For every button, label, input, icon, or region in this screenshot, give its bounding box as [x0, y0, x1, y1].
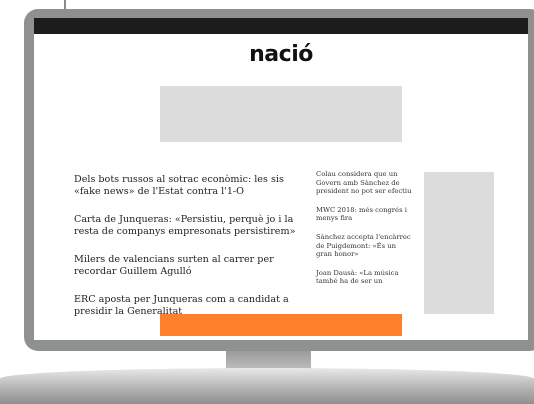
main-news-list: Dels bots russos al sotrac econòmic: les…	[74, 174, 304, 334]
side-news-list: Colau considera que un Govern amb Sànche…	[316, 170, 412, 296]
side-news-item[interactable]: Sànchez accepta l'encàrrec de Puigdemont…	[316, 233, 412, 259]
browser-top-bar	[34, 18, 528, 34]
site-logo[interactable]: nació	[34, 42, 528, 67]
side-news-item[interactable]: Colau considera que un Govern amb Sànche…	[316, 170, 412, 196]
monitor-stand-base	[0, 368, 534, 404]
main-news-item[interactable]: Carta de Junqueras: «Persistiu, perquè j…	[74, 214, 304, 238]
main-news-item[interactable]: Milers de valencians surten al carrer pe…	[74, 254, 304, 278]
side-ad-placeholder	[424, 172, 494, 314]
main-news-item[interactable]: Dels bots russos al sotrac econòmic: les…	[74, 174, 304, 198]
browser-screen: nació Dels bots russos al sotrac econòmi…	[34, 18, 528, 340]
top-ad-placeholder	[160, 86, 402, 142]
hanging-wire	[64, 0, 66, 9]
bottom-orange-banner[interactable]	[160, 314, 402, 336]
side-news-item[interactable]: Joan Dausà: «La música també ha de ser u…	[316, 269, 412, 286]
side-news-item[interactable]: MWC 2018: més congrés i menys fira	[316, 206, 412, 223]
